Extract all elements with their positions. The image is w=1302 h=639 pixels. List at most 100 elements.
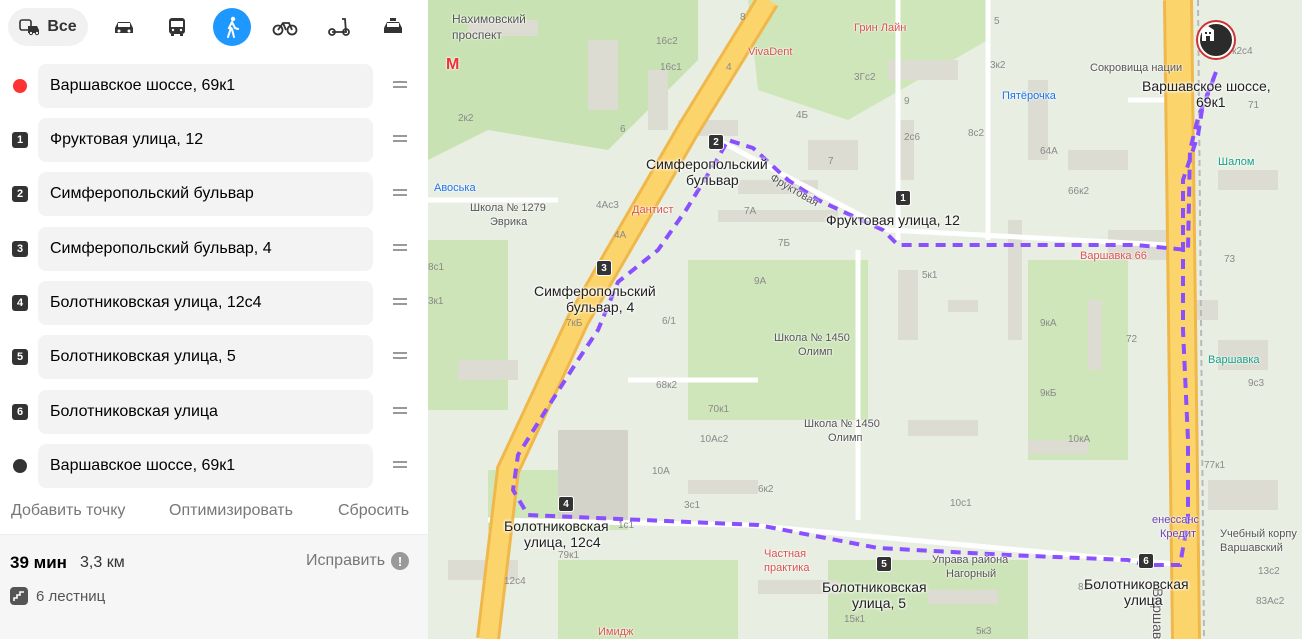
drag-handle-icon[interactable] [392, 402, 408, 418]
route-label-wp5-line2: улица, 5 [852, 595, 907, 611]
house-number: 9с3 [1248, 378, 1265, 389]
start-point-marker [13, 79, 27, 93]
reset-button[interactable]: Сбросить [338, 502, 409, 520]
house-number: 4Ас3 [596, 200, 619, 211]
waypoint-end: Варшавское шоссе, 69к1 [0, 442, 428, 488]
waypoint-start-field[interactable]: Варшавское шоссе, 69к1 [38, 64, 373, 108]
drag-handle-icon[interactable] [392, 130, 408, 146]
drag-handle-icon[interactable] [392, 293, 408, 309]
poi-korpus[interactable]: Учебный корпу [1220, 528, 1297, 540]
drag-handle-icon[interactable] [392, 347, 408, 363]
poi-avoska[interactable]: Авоська [434, 182, 476, 194]
house-number: 5к1 [922, 270, 938, 281]
waypoint-1-field[interactable]: Фруктовая улица, 12 [38, 118, 373, 162]
poi-pyaterochka[interactable]: Пятёрочка [1002, 90, 1056, 102]
mode-scooter-button[interactable] [320, 8, 358, 46]
map-waypoint-6[interactable]: 6 [1138, 553, 1154, 569]
waypoint-2-text: Симферопольский бульвар [50, 185, 254, 202]
poi-renessans[interactable]: енессанс [1152, 514, 1199, 526]
house-number: 6/1 [662, 316, 676, 327]
waypoint-4-text: Болотниковская улица, 12с4 [50, 294, 262, 311]
pedestrian-icon [227, 16, 239, 38]
poi-evrika[interactable]: Эврика [490, 216, 527, 228]
poi-chastnaya-praktika[interactable]: Частная [764, 548, 806, 560]
map-waypoint-3[interactable]: 3 [596, 260, 612, 276]
drag-handle-icon[interactable] [392, 239, 408, 255]
mode-car-button[interactable] [105, 8, 143, 46]
waypoint-marker-6: 6 [12, 404, 28, 420]
house-number: 66к2 [1068, 186, 1090, 197]
route-label-wp3-line2: бульвар, 4 [566, 299, 635, 315]
poi-olimp-a[interactable]: Олимп [798, 346, 833, 358]
house-number: 10Ас2 [700, 434, 729, 445]
mode-taxi-button[interactable] [374, 8, 412, 46]
house-number: 10с1 [950, 498, 972, 509]
route-label-start-line2: 69к1 [1196, 94, 1226, 110]
house-number: 9кА [1040, 318, 1057, 329]
add-point-button[interactable]: Добавить точку [11, 502, 125, 520]
poi-uprava[interactable]: Управа района [932, 554, 1008, 566]
poi-imidzh[interactable]: Имидж [598, 626, 633, 638]
poi-vivadent[interactable]: VivaDent [748, 46, 792, 58]
poi-varshavka-66[interactable]: Варшавка 66 [1080, 250, 1147, 262]
drag-handle-icon[interactable] [392, 456, 408, 472]
start-end-pin[interactable] [1198, 22, 1234, 58]
route-summary: 39 мин 3,3 км Исправить ! 6 лестниц [0, 534, 428, 639]
metro-station-label[interactable]: Нахимовский [452, 12, 526, 26]
waypoint-end-field[interactable]: Варшавское шоссе, 69к1 [38, 444, 373, 488]
house-number: 8 [740, 12, 746, 23]
waypoint-1: 1 Фруктовая улица, 12 [0, 116, 428, 162]
poi-kredit[interactable]: Кредит [1160, 528, 1196, 540]
poi-sokrovishcha[interactable]: Сокровища нации [1090, 62, 1182, 74]
fix-route-button[interactable]: Исправить ! [306, 552, 410, 570]
house-number: 16с2 [656, 36, 678, 47]
waypoint-6-field[interactable]: Болотниковская улица [38, 390, 373, 434]
poi-varshavka[interactable]: Варшавка [1208, 354, 1260, 366]
optimize-button[interactable]: Оптимизировать [169, 502, 293, 520]
poi-olimp-b[interactable]: Олимп [828, 432, 863, 444]
map-waypoint-4[interactable]: 4 [558, 496, 574, 512]
poi-shalom[interactable]: Шалом [1218, 156, 1254, 168]
waypoint-3-field[interactable]: Симферопольский бульвар, 4 [38, 227, 373, 271]
waypoint-marker-2: 2 [12, 186, 28, 202]
poi-grinlain[interactable]: Грин Лайн [854, 22, 906, 34]
drag-handle-icon[interactable] [392, 184, 408, 200]
poi-school-1279[interactable]: Школа № 1279 [470, 202, 546, 214]
waypoint-2-field[interactable]: Симферопольский бульвар [38, 172, 373, 216]
scooter-icon [328, 18, 350, 36]
house-number: 5 [994, 16, 1000, 27]
house-number: 8с2 [968, 128, 985, 139]
poi-chastnaya-praktika-2[interactable]: практика [764, 562, 809, 574]
map-waypoint-5[interactable]: 5 [876, 556, 892, 572]
mode-all-label: Все [47, 18, 77, 35]
waypoint-6: 6 Болотниковская улица [0, 388, 428, 434]
poi-school-1450-b[interactable]: Школа № 1450 [804, 418, 880, 430]
map-view[interactable]: 16с2 2к2 16с1 6 4 3Гс2 9 4Б 8 69к2с4 71 … [428, 0, 1302, 639]
mode-bicycle-button[interactable] [266, 8, 304, 46]
waypoint-4-field[interactable]: Болотниковская улица, 12с4 [38, 281, 373, 325]
poi-korpus-2[interactable]: Варшавский [1220, 542, 1283, 554]
house-number: 7А [744, 206, 757, 217]
drag-handle-icon[interactable] [392, 76, 408, 92]
house-number: 12с4 [504, 576, 526, 587]
mode-bus-button[interactable] [158, 8, 196, 46]
waypoint-5-field[interactable]: Болотниковская улица, 5 [38, 335, 373, 379]
house-number: 71 [1248, 100, 1260, 111]
route-label-wp5-line1: Болотниковская [822, 579, 927, 595]
map-waypoint-1[interactable]: 1 [895, 190, 911, 206]
house-number: 83Ас2 [1256, 596, 1285, 607]
metro-station-label-2[interactable]: проспект [452, 28, 502, 42]
mode-all-button[interactable]: Все [8, 8, 88, 46]
house-number: 1с1 [618, 520, 635, 531]
map-waypoint-2[interactable]: 2 [708, 134, 724, 150]
house-number: 4Б [796, 110, 809, 121]
mode-pedestrian-button[interactable] [213, 8, 251, 46]
poi-school-1450-a[interactable]: Школа № 1450 [774, 332, 850, 344]
waypoint-5: 5 Болотниковская улица, 5 [0, 333, 428, 379]
waypoint-5-text: Болотниковская улица, 5 [50, 348, 236, 365]
poi-dantist[interactable]: Дантист [632, 204, 673, 216]
route-label-start-line1: Варшавское шоссе, [1142, 78, 1271, 94]
bus-icon [169, 18, 185, 36]
waypoint-end-text: Варшавское шоссе, 69к1 [50, 457, 236, 474]
poi-nagorny[interactable]: Нагорный [946, 568, 996, 580]
